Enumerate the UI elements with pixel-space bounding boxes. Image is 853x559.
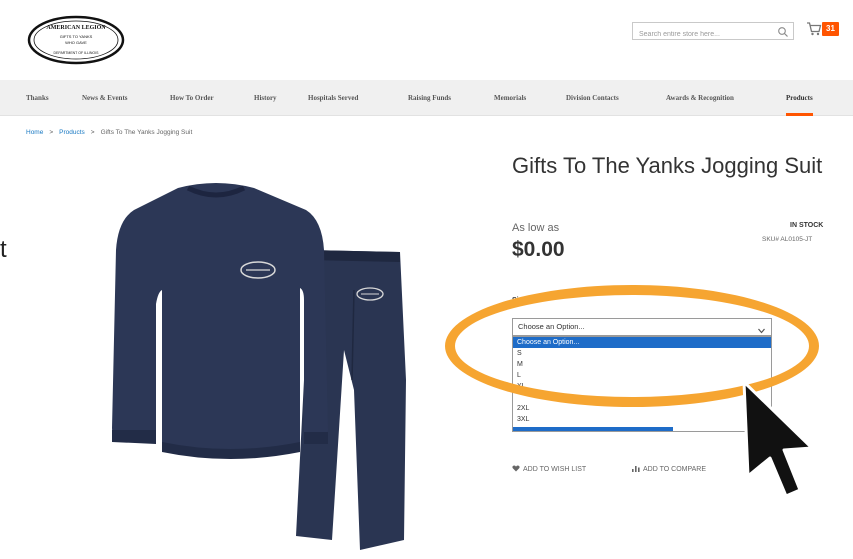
- logo-text-line2: GIFTS TO YANKS: [60, 34, 93, 39]
- mini-cart[interactable]: 31: [806, 20, 840, 40]
- cart-count-badge: 31: [822, 22, 839, 36]
- search-input[interactable]: [633, 26, 769, 43]
- cart-icon: [807, 22, 822, 36]
- breadcrumb-home[interactable]: Home: [26, 129, 43, 136]
- stock-status: IN STOCK: [790, 222, 824, 229]
- size-option[interactable]: M: [513, 359, 771, 370]
- site-header: AMERICAN LEGION GIFTS TO YANKS WHO GAVE …: [0, 0, 853, 80]
- logo-text-line3: WHO GAVE: [65, 40, 87, 45]
- logo-text-line1: AMERICAN LEGION: [46, 25, 106, 31]
- search-icon[interactable]: [777, 25, 789, 37]
- product-sku: SKU# AL0105-JT: [762, 236, 813, 243]
- product-price: $0.00: [512, 238, 565, 261]
- breadcrumb-separator: >: [49, 129, 54, 136]
- size-option[interactable]: 2XL: [513, 403, 771, 414]
- nav-item-history[interactable]: History: [254, 80, 277, 116]
- size-select-value: Choose an Option...: [518, 322, 585, 331]
- nav-item-raising-funds[interactable]: Raising Funds: [408, 80, 451, 116]
- heart-icon: [512, 465, 520, 472]
- breadcrumb: Home > Products > Gifts To The Yanks Jogging…: [26, 129, 192, 136]
- size-option[interactable]: L: [513, 370, 771, 381]
- main-navigation: Thanks News & Events How To Order Histor…: [0, 80, 853, 116]
- breadcrumb-current: Gifts To The Yanks Jogging Suit: [100, 129, 193, 136]
- cropped-side-text: t: [0, 236, 7, 263]
- logo-text-line4: DEPARTMENT OF ILLINOIS: [54, 51, 100, 55]
- size-dropdown-list: Choose an Option... S M L XL 2XL 3XL: [512, 336, 772, 432]
- nav-item-thanks[interactable]: Thanks: [26, 80, 49, 116]
- search-box[interactable]: [632, 22, 794, 43]
- compare-bars-icon: [632, 466, 640, 472]
- size-option[interactable]: 3XL: [513, 414, 771, 425]
- add-to-compare-link[interactable]: ADD TO COMPARE: [632, 465, 706, 473]
- size-option[interactable]: Choose an Option...: [513, 337, 771, 348]
- nav-item-memorials[interactable]: Memorials: [494, 80, 526, 116]
- size-option-label: Size *: [512, 297, 531, 304]
- size-option[interactable]: S: [513, 348, 771, 359]
- size-option[interactable]: [513, 392, 771, 403]
- size-select[interactable]: Choose an Option...: [512, 318, 772, 336]
- chevron-down-icon: [758, 324, 765, 334]
- add-to-wishlist-label: ADD TO WISH LIST: [523, 466, 587, 473]
- as-low-as-label: As low as: [512, 222, 560, 234]
- product-title: Gifts To The Yanks Jogging Suit: [512, 153, 823, 178]
- american-legion-logo[interactable]: AMERICAN LEGION GIFTS TO YANKS WHO GAVE …: [26, 14, 126, 66]
- dropdown-scroll-indicator: [513, 427, 673, 431]
- breadcrumb-separator: >: [90, 129, 95, 136]
- size-option[interactable]: XL: [513, 381, 771, 392]
- breadcrumb-products[interactable]: Products: [59, 129, 85, 136]
- add-to-compare-label: ADD TO COMPARE: [643, 466, 707, 473]
- nav-item-how-to-order[interactable]: How To Order: [170, 80, 214, 116]
- add-to-wishlist-link[interactable]: ADD TO WISH LIST: [512, 465, 586, 473]
- nav-item-division-contacts[interactable]: Division Contacts: [566, 80, 619, 116]
- product-image[interactable]: [108, 180, 410, 555]
- nav-item-hospitals-served[interactable]: Hospitals Served: [308, 80, 358, 116]
- nav-item-news-events[interactable]: News & Events: [82, 80, 128, 116]
- nav-item-products[interactable]: Products: [786, 80, 813, 116]
- nav-item-awards-recognition[interactable]: Awards & Recognition: [666, 80, 734, 116]
